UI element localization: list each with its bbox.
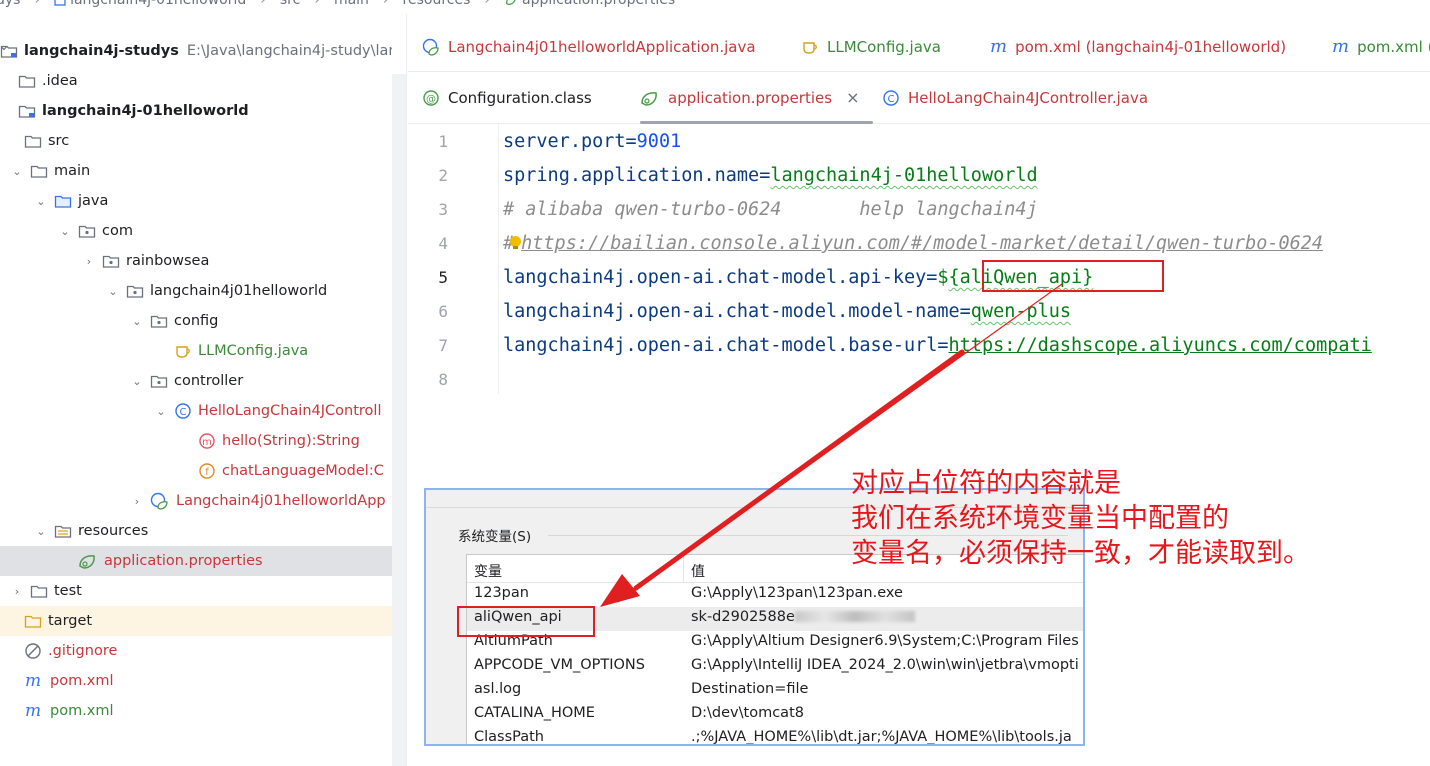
annotation-line-3: 变量名，必须保持一致，才能读取到。 bbox=[851, 538, 1310, 569]
annotation-arrow bbox=[600, 283, 1063, 607]
arrow-head bbox=[600, 574, 640, 607]
annotation-line-1: 对应占位符的内容就是 bbox=[851, 468, 1121, 499]
annotation-text: 对应占位符的内容就是 我们在系统环境变量当中配置的 变量名，必须保持一致，才能读… bbox=[851, 466, 1310, 571]
annotation-line-2: 我们在系统环境变量当中配置的 bbox=[851, 503, 1229, 534]
